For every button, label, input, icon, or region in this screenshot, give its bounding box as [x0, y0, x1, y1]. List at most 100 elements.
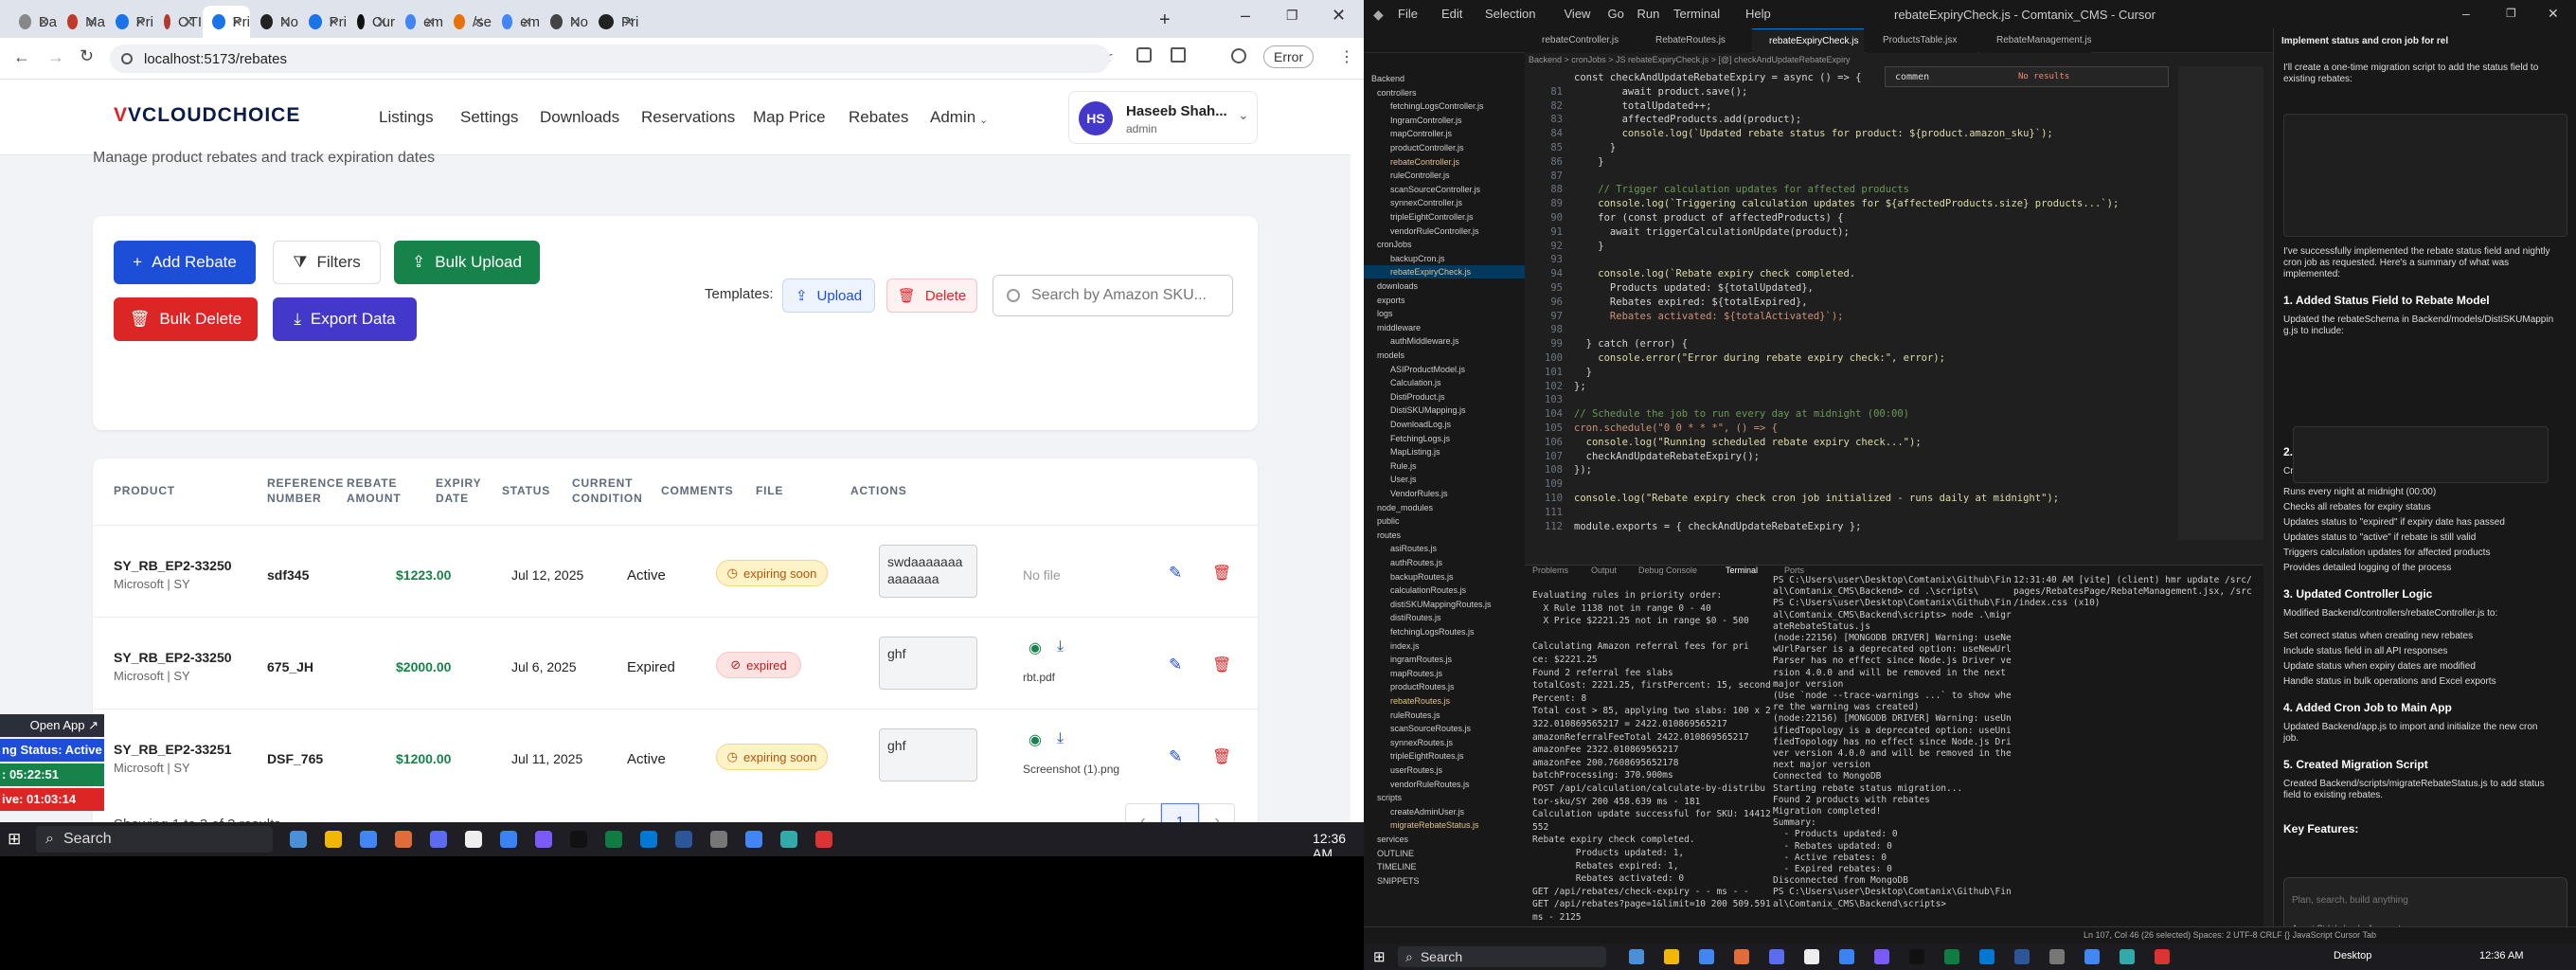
browser-tab[interactable]: OTI ✕: [154, 6, 202, 38]
folder-item[interactable]: public: [1364, 514, 1525, 528]
template-delete-button[interactable]: 🗑 Delete: [886, 278, 977, 313]
taskbar-app-icon[interactable]: [1979, 949, 1995, 964]
file-item[interactable]: rebateRoutes.js: [1364, 694, 1525, 708]
file-item[interactable]: backupCron.js: [1364, 252, 1525, 265]
file-item[interactable]: DistiProduct.js: [1364, 390, 1525, 404]
file-item[interactable]: ASIProductModel.js: [1364, 363, 1525, 376]
browser-tab[interactable]: Pri ✕: [589, 6, 642, 38]
taskbar-app-icon[interactable]: [1664, 949, 1679, 964]
browser-tab[interactable]: em ✕: [492, 6, 540, 38]
folder-item[interactable]: Backend: [1364, 72, 1525, 85]
taskbar-app-icon[interactable]: [1734, 949, 1749, 964]
user-menu[interactable]: HS Haseeb Shah... admin ⌄: [1068, 91, 1258, 144]
file-item[interactable]: productController.js: [1364, 141, 1525, 154]
folder-item[interactable]: services: [1364, 833, 1525, 846]
file-item[interactable]: ingramRoutes.js: [1364, 653, 1525, 666]
taskbar-app-icon[interactable]: [1769, 949, 1784, 964]
file-item[interactable]: rebateExpiryCheck.js: [1364, 265, 1525, 279]
panel-tab-problems[interactable]: Problems: [1532, 566, 1568, 575]
file-item[interactable]: authRoutes.js: [1364, 556, 1525, 569]
editor-tab[interactable]: RebateRoutes.js: [1638, 28, 1750, 53]
close-tab-icon[interactable]: ✕: [86, 14, 98, 30]
taskbar-search[interactable]: ⌕ Search: [1398, 946, 1606, 967]
nav-link-listings[interactable]: Listings: [379, 108, 434, 127]
taskbar-app-icon[interactable]: [605, 831, 622, 848]
file-item[interactable]: mapRoutes.js: [1364, 667, 1525, 680]
folder-item[interactable]: middleware: [1364, 321, 1525, 334]
close-tab-icon[interactable]: ✕: [134, 14, 146, 30]
nav-link-map-price[interactable]: Map Price: [753, 108, 826, 127]
windows-start-icon[interactable]: ⊞: [1373, 948, 1386, 965]
profile-icon[interactable]: [1231, 48, 1246, 63]
admin-chevron-icon[interactable]: ⌄: [979, 114, 988, 126]
panel-tab-ports[interactable]: Ports: [1784, 566, 1804, 575]
taskbar-app-icon[interactable]: [640, 831, 657, 848]
menu-item-terminal[interactable]: Terminal: [1673, 7, 1720, 21]
brand-logo[interactable]: VVCLOUDCHOICE: [114, 104, 300, 127]
file-item[interactable]: authMiddleware.js: [1364, 334, 1525, 348]
taskbar-app-icon[interactable]: [535, 831, 552, 848]
taskbar-app-icon[interactable]: [430, 831, 447, 848]
search-box[interactable]: [993, 275, 1233, 316]
file-item[interactable]: userRoutes.js: [1364, 763, 1525, 777]
folder-item[interactable]: routes: [1364, 529, 1525, 542]
file-item[interactable]: DistiSKUMapping.js: [1364, 404, 1525, 417]
taskbar-app-icon[interactable]: [1874, 949, 1889, 964]
comment-field[interactable]: swdaaaaaaaaaaaaaa: [879, 545, 977, 598]
taskbar-search[interactable]: ⌕ Search: [36, 826, 273, 853]
file-item[interactable]: ruleRoutes.js: [1364, 709, 1525, 722]
close-tab-icon[interactable]: ✕: [376, 14, 387, 30]
folder-item[interactable]: scripts: [1364, 791, 1525, 804]
file-name[interactable]: rbt.pdf: [1023, 671, 1055, 684]
menu-item-help[interactable]: Help: [1745, 7, 1771, 21]
taskbar-app-icon[interactable]: [360, 831, 377, 848]
folder-item[interactable]: downloads: [1364, 279, 1525, 293]
download-file-icon[interactable]: ⤓: [1057, 730, 1064, 747]
sidebar-icon[interactable]: [1171, 47, 1186, 63]
folder-item[interactable]: exports: [1364, 294, 1525, 307]
browser-tab[interactable]: Pri ✕: [203, 6, 250, 38]
reload-icon[interactable]: ↻: [80, 46, 94, 66]
taskbar-app-icon[interactable]: [2084, 949, 2100, 964]
file-item[interactable]: scanSourceController.js: [1364, 183, 1525, 196]
file-item[interactable]: backupRoutes.js: [1364, 570, 1525, 584]
file-item[interactable]: createAdminUser.js: [1364, 805, 1525, 818]
close-tab-icon[interactable]: ✕: [183, 14, 194, 30]
file-item[interactable]: MapListing.js: [1364, 445, 1525, 458]
file-item[interactable]: rebateController.js: [1364, 155, 1525, 169]
folder-item[interactable]: OUTLINE: [1364, 847, 1525, 860]
forward-icon[interactable]: →: [47, 47, 64, 67]
file-item[interactable]: scanSourceRoutes.js: [1364, 722, 1525, 735]
open-app-link[interactable]: Open App ↗: [0, 714, 104, 737]
folder-item[interactable]: logs: [1364, 307, 1525, 320]
prev-page-button[interactable]: ‹: [1125, 803, 1161, 824]
menu-item-selection[interactable]: Selection: [1485, 7, 1535, 21]
taskbar-app-icon[interactable]: [2014, 949, 2030, 964]
file-item[interactable]: User.js: [1364, 473, 1525, 486]
taskbar-app-icon[interactable]: [815, 831, 832, 848]
bulk-upload-button[interactable]: ⇪ Bulk Upload: [394, 241, 540, 284]
file-item[interactable]: fetchingLogsController.js: [1364, 99, 1525, 113]
file-item[interactable]: synnexRoutes.js: [1364, 736, 1525, 749]
taskbar-app-icon[interactable]: [710, 831, 727, 848]
taskbar-app-icon[interactable]: [1804, 949, 1819, 964]
file-item[interactable]: Rule.js: [1364, 459, 1525, 473]
nav-link-settings[interactable]: Settings: [460, 108, 518, 127]
edit-icon[interactable]: ✎: [1169, 656, 1182, 674]
taskbar-app-icon[interactable]: [745, 831, 762, 848]
menu-item-go[interactable]: Go: [1608, 7, 1624, 21]
new-tab-button[interactable]: +: [1159, 9, 1171, 31]
browser-tab[interactable]: /se ✕: [444, 6, 492, 38]
close-tab-icon[interactable]: ✕: [623, 14, 635, 30]
file-item[interactable]: index.js: [1364, 639, 1525, 653]
maximize-button[interactable]: ❐: [1286, 8, 1298, 24]
close-tab-icon[interactable]: ✕: [424, 14, 436, 30]
file-item[interactable]: asiRoutes.js: [1364, 542, 1525, 555]
next-page-button[interactable]: ›: [1199, 803, 1235, 824]
taskbar-app-icon[interactable]: [570, 831, 587, 848]
panel-tab-terminal[interactable]: Terminal: [1726, 566, 1758, 575]
page-number[interactable]: 1: [1161, 803, 1199, 824]
folder-item[interactable]: controllers: [1364, 86, 1525, 99]
close-tab-icon[interactable]: ✕: [569, 14, 581, 30]
close-tab-icon[interactable]: ✕: [473, 14, 484, 30]
